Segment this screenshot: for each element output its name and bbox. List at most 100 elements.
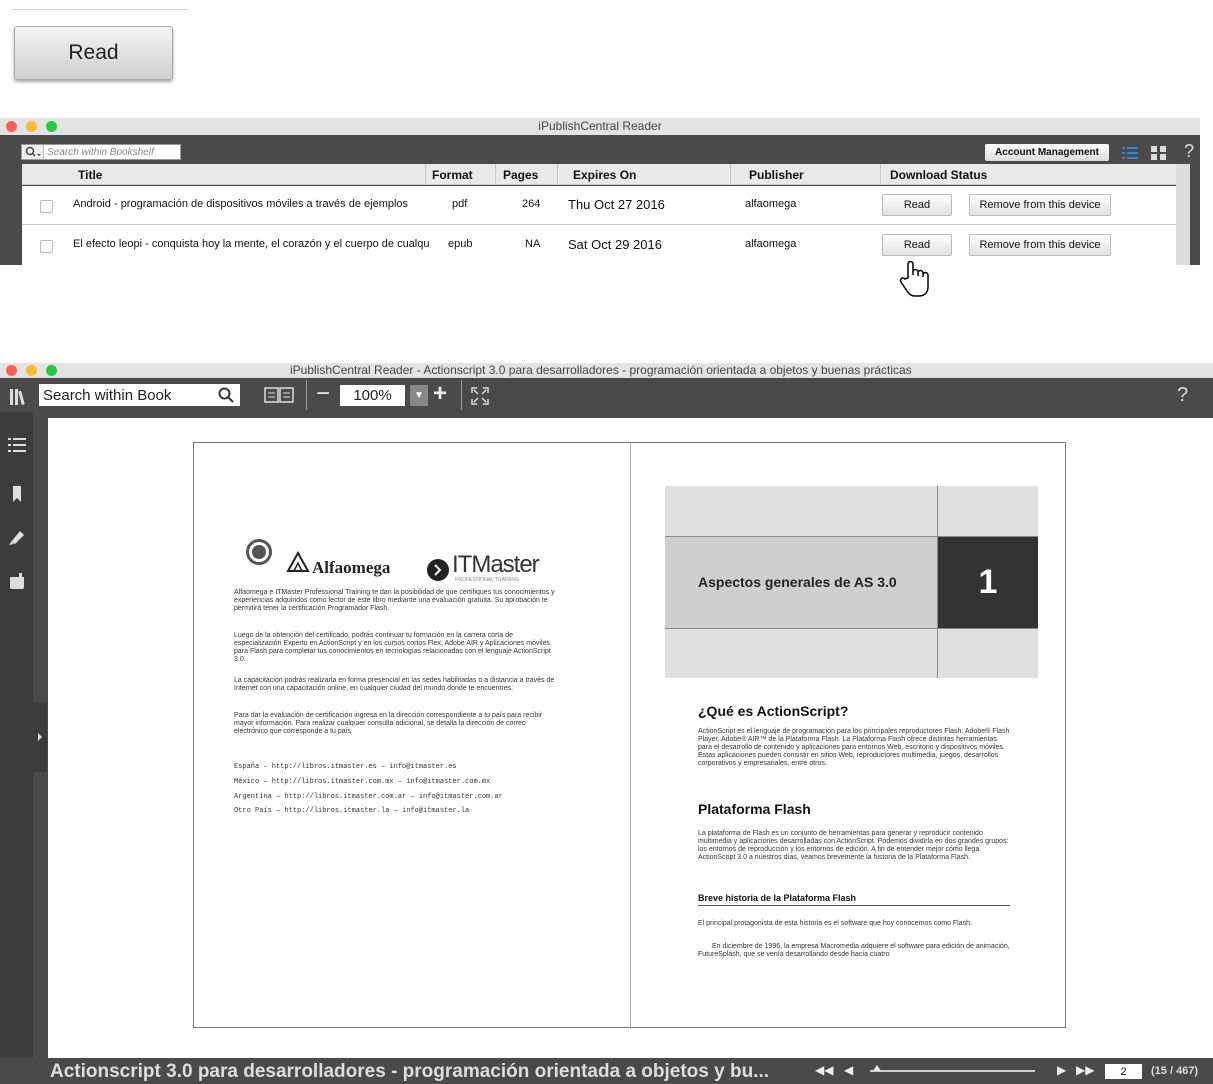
- as3-seal-logo: [246, 539, 272, 565]
- read-button-zoomed[interactable]: Read: [14, 26, 173, 80]
- book-publisher: alfaomega: [745, 198, 797, 210]
- search-book-placeholder: Search within Book: [43, 386, 172, 404]
- intro-paragraph: Luego de la obtención del certificado, p…: [234, 632, 551, 663]
- two-page-view-icon[interactable]: [264, 387, 294, 403]
- zoom-out-button[interactable]: −: [316, 380, 330, 408]
- chapter-number-box: 1: [938, 537, 1038, 628]
- zoom-dropdown-icon[interactable]: ▼: [410, 385, 428, 406]
- account-management-button[interactable]: Account Management: [985, 144, 1109, 161]
- column-download-status[interactable]: Download Status: [890, 168, 987, 182]
- certification-link: Otro País – http://libros.itmaster.la – …: [234, 807, 470, 815]
- certification-link: México – http://libros.itmaster.com.mx –…: [234, 778, 491, 786]
- section-paragraph: La plataforma de Flash es un conjunto de…: [698, 830, 1009, 861]
- column-expires-on[interactable]: Expires On: [573, 168, 636, 182]
- last-page-icon[interactable]: ▶▶: [1076, 1063, 1094, 1077]
- alfaomega-brand: Alfaomega: [312, 558, 391, 577]
- chapter-number: 1: [978, 563, 998, 601]
- column-pages[interactable]: Pages: [503, 168, 538, 182]
- remove-from-device-button[interactable]: Remove from this device: [969, 194, 1111, 216]
- column-format[interactable]: Format: [432, 168, 473, 182]
- help-button[interactable]: ?: [1177, 384, 1188, 407]
- minimize-window-button[interactable]: [26, 365, 37, 376]
- certification-link: España – http://libros.itmaster.es – inf…: [234, 763, 457, 771]
- section-paragraph: ActionScript es el lenguaje de programac…: [698, 728, 1010, 767]
- table-row[interactable]: Android - programación de dispositivos m…: [22, 186, 1176, 225]
- row-checkbox[interactable]: [40, 200, 53, 213]
- reader-window-title: iPublishCentral Reader - Actionscript 3.…: [0, 363, 1213, 378]
- reader-sidebar: [0, 412, 47, 1084]
- remove-from-device-button[interactable]: Remove from this device: [969, 234, 1111, 256]
- book-spine: [630, 443, 631, 1029]
- close-window-button[interactable]: [6, 121, 17, 132]
- book-spread: Alfaomega ITMaster PROFESSIONAL TRAINING…: [193, 442, 1066, 1029]
- page-slider-thumb[interactable]: [873, 1065, 881, 1071]
- page-count-label: (15 / 467): [1151, 1065, 1199, 1077]
- grid-view-icon[interactable]: [1151, 146, 1167, 160]
- search-book-field[interactable]: Search within Book: [39, 384, 240, 406]
- book-table: Android - programación de dispositivos m…: [22, 186, 1176, 265]
- zoom-level-field[interactable]: 100%: [340, 385, 405, 406]
- column-title[interactable]: Title: [78, 168, 102, 182]
- close-window-button[interactable]: [6, 365, 17, 376]
- minimize-window-button[interactable]: [26, 121, 37, 132]
- chapter-title: Aspectos generales de AS 3.0: [698, 574, 897, 590]
- book-title-label: Actionscript 3.0 para desarrolladores - …: [50, 1061, 770, 1082]
- book-expires: Sat Oct 29 2016: [568, 237, 662, 252]
- search-placeholder: Search within Bookshelf: [47, 146, 154, 158]
- vertical-scrollbar[interactable]: [1176, 164, 1190, 265]
- book-pages: NA: [525, 238, 541, 250]
- book-title: El efecto leopi - conquista hoy la mente…: [73, 238, 430, 250]
- itmaster-brand: ITMaster: [452, 551, 540, 578]
- read-button[interactable]: Read: [882, 234, 952, 256]
- book-pages: 264: [522, 198, 541, 210]
- itmaster-subtitle: PROFESSIONAL TRAINING: [455, 577, 519, 583]
- column-publisher[interactable]: Publisher: [749, 168, 804, 182]
- window-title: iPublishCentral Reader: [0, 118, 1200, 135]
- bookshelf-window: iPublishCentral Reader Search within Boo…: [0, 118, 1200, 265]
- subsection-heading: Breve historia de la Plataforma Flash: [698, 893, 1010, 906]
- hand-cursor-icon: [898, 260, 932, 298]
- row-checkbox[interactable]: [40, 240, 53, 253]
- zoom-in-button[interactable]: +: [433, 380, 447, 408]
- maximize-window-button[interactable]: [46, 121, 57, 132]
- previous-page-icon[interactable]: ◀: [844, 1063, 853, 1077]
- section-heading: ¿Qué es ActionScript?: [698, 703, 849, 719]
- expand-sidebar-tab[interactable]: [33, 702, 47, 772]
- table-of-contents-icon[interactable]: [8, 437, 26, 455]
- itmaster-logo-icon: [427, 559, 449, 581]
- bookmark-icon[interactable]: [8, 485, 26, 503]
- chapter-banner: 1 Aspectos generales de AS 3.0: [665, 486, 1038, 678]
- fullscreen-icon[interactable]: [471, 387, 489, 405]
- book-format: epub: [448, 238, 473, 250]
- divider-line: [10, 9, 190, 10]
- book-title: Android - programación de dispositivos m…: [73, 198, 409, 210]
- notes-icon[interactable]: [8, 572, 26, 590]
- section-paragraph: En diciembre de 1996, la empresa Macrome…: [698, 943, 1010, 958]
- section-heading: Plataforma Flash: [698, 801, 811, 817]
- read-button[interactable]: Read: [882, 194, 952, 216]
- library-icon[interactable]: [10, 387, 30, 406]
- book-publisher: alfaomega: [745, 238, 797, 250]
- highlighter-icon[interactable]: [8, 528, 26, 546]
- bottom-navigation-bar: Actionscript 3.0 para desarrolladores - …: [0, 1058, 1213, 1084]
- next-page-icon[interactable]: ▶: [1057, 1063, 1066, 1077]
- help-button[interactable]: ?: [1184, 141, 1194, 162]
- table-row[interactable]: El efecto leopi - conquista hoy la mente…: [22, 226, 1176, 265]
- search-bookshelf-field[interactable]: Search within Bookshelf: [21, 144, 181, 160]
- alfaomega-logo-icon: [286, 550, 310, 573]
- table-header: Title Format Pages Expires On Publisher …: [22, 164, 1176, 185]
- first-page-icon[interactable]: ◀◀: [815, 1063, 833, 1077]
- certification-link: Argentina – http://libros.itmaster.com.a…: [234, 793, 503, 801]
- intro-paragraph: Alfaomega e ITMaster Professional Traini…: [234, 589, 555, 612]
- section-paragraph: El principal protagonista de esta histor…: [698, 920, 972, 927]
- search-icon[interactable]: [22, 145, 44, 159]
- page-slider[interactable]: [870, 1065, 1035, 1072]
- page-number-input[interactable]: 2: [1105, 1064, 1142, 1079]
- intro-paragraph: Para dar la evaluación de certificación …: [234, 712, 543, 735]
- list-view-icon[interactable]: [1122, 146, 1138, 160]
- search-icon[interactable]: [218, 387, 234, 407]
- intro-paragraph: La capacitación podrás realizarla en for…: [234, 677, 555, 692]
- book-expires: Thu Oct 27 2016: [568, 197, 665, 212]
- maximize-window-button[interactable]: [46, 365, 57, 376]
- book-format: pdf: [452, 198, 468, 210]
